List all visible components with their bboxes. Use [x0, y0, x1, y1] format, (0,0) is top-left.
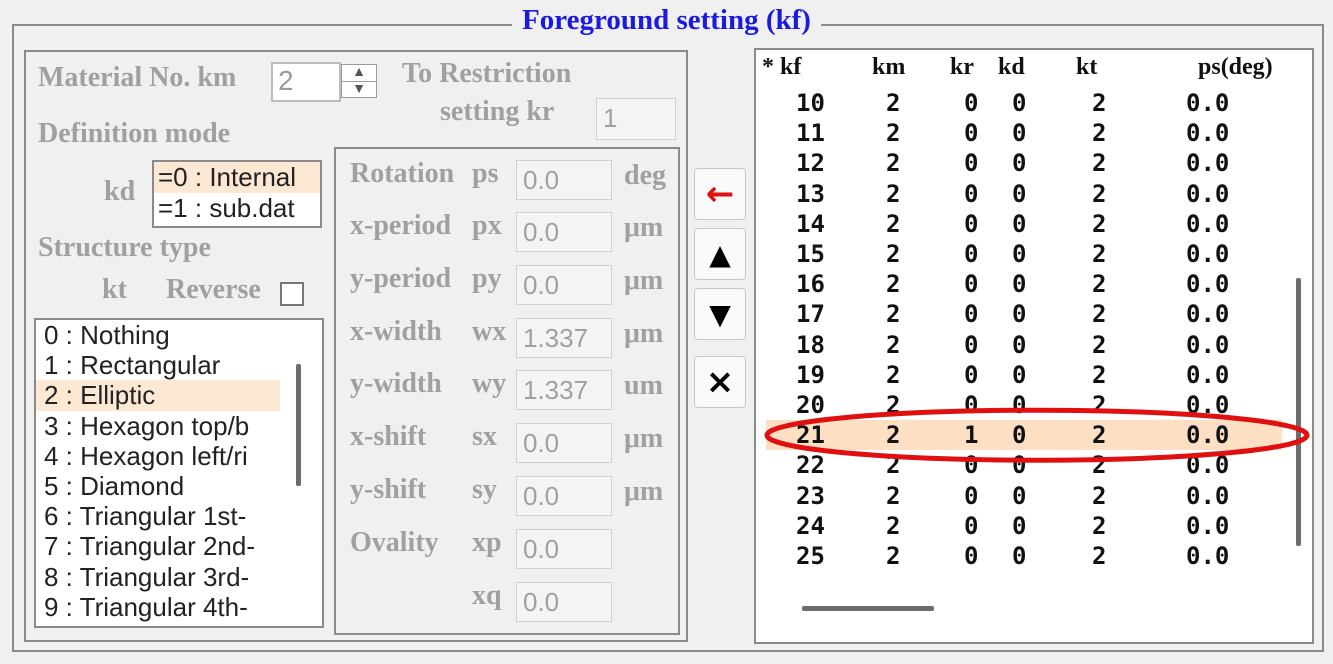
row-highlight-ellipse	[764, 407, 1310, 463]
highlight-overlay	[764, 407, 1310, 463]
